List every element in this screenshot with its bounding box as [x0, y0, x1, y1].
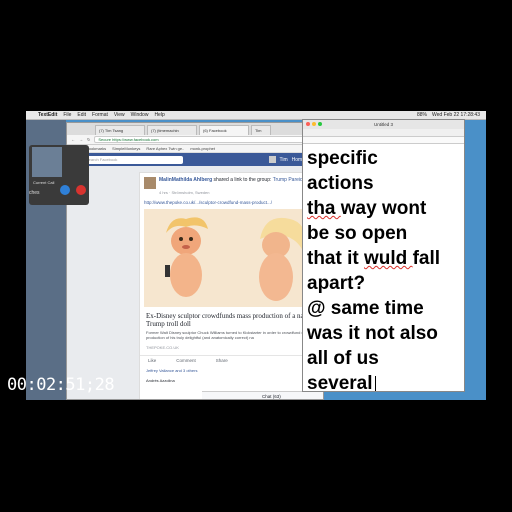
menu-window[interactable]: Window	[131, 112, 149, 118]
call-panel: Current Call ches	[29, 145, 89, 205]
address-bar: ← → ↻ Secure https://www.facebook.com ☆	[67, 135, 323, 145]
close-icon[interactable]	[306, 122, 310, 126]
troll-doll-back-image	[259, 217, 307, 301]
post-actions: Like Comment Share	[140, 355, 323, 365]
post-commenter[interactable]: Andrés Azzolina	[146, 378, 175, 383]
url-field[interactable]: Secure https://www.facebook.com	[94, 136, 316, 143]
ruler[interactable]	[303, 137, 464, 144]
post-header: MalinMathilda Ahlberg shared a link to t…	[159, 177, 319, 183]
misspelled-word: tha	[307, 198, 341, 219]
menu-format[interactable]: Format	[92, 112, 108, 118]
post-link[interactable]: http://www.thepoke.co.uk/.../sculptor-cr…	[144, 200, 322, 205]
text-line[interactable]: several	[307, 371, 464, 391]
menubar-app-name[interactable]: TextEdit	[38, 112, 57, 118]
browser-tabbar: (7) Tim Tsang (7) (timemachin (6) Facebo…	[67, 123, 323, 135]
menu-help[interactable]: Help	[154, 112, 164, 118]
text-caret	[374, 376, 376, 391]
bookmark-simplemonkeys[interactable]: SimpleMonkeys	[112, 146, 140, 151]
textedit-titlebar: Untitled 3	[303, 120, 464, 129]
textedit-window: Untitled 3 specific actions tha way wont be…	[302, 119, 465, 392]
article-title[interactable]: Ex-Disney sculptor crowdfunds mass produ…	[146, 312, 322, 328]
browser-tab[interactable]: Tim	[251, 125, 271, 135]
post-link-image[interactable]	[144, 209, 322, 307]
battery-status[interactable]: 88%	[417, 112, 427, 118]
text-line[interactable]: was it not also	[307, 321, 464, 346]
post-author-avatar[interactable]	[144, 177, 156, 189]
facebook-topbar: f Search Facebook Tim Home 20	[67, 153, 323, 166]
browser-tab[interactable]: (7) (timemachin	[147, 125, 197, 135]
menu-file[interactable]: File	[63, 112, 71, 118]
format-toolbar[interactable]	[303, 129, 464, 137]
feed-post: MalinMathilda Ahlberg shared a link to t…	[139, 172, 323, 399]
end-call-button[interactable]	[76, 185, 86, 195]
text-line[interactable]: all of us	[307, 346, 464, 371]
browser-tab-active[interactable]: (6) Facebook	[199, 125, 249, 135]
text-line[interactable]: tha way wont	[307, 196, 464, 221]
call-status: Current Call	[33, 180, 55, 185]
article-source: THEPOKE.CO.UK	[146, 345, 179, 350]
post-author[interactable]: MalinMathilda Ahlberg	[159, 177, 212, 183]
video-timecode: 00:02:51;28	[7, 375, 115, 395]
bookmark-aphex[interactable]: Rare Aphex Twin ge..	[146, 146, 184, 151]
post-reactions[interactable]: Jeffrey Vallance and 3 others	[146, 368, 197, 373]
text-line[interactable]: specific	[307, 146, 464, 171]
zoom-icon[interactable]	[318, 122, 322, 126]
misspelled-word: wuld	[364, 248, 413, 269]
like-button[interactable]: Like	[148, 358, 156, 363]
reload-icon[interactable]: ↻	[87, 137, 90, 142]
chat-bar[interactable]: Chat (63)	[202, 391, 323, 399]
call-video-thumbnail	[32, 147, 62, 177]
back-icon[interactable]: ←	[71, 137, 75, 142]
facebook-search-input[interactable]: Search Facebook	[83, 155, 183, 164]
post-meta: 4 hrs · Strömsholm, Sweden	[159, 190, 210, 195]
document-text[interactable]: specific actions tha way wont be so open tha…	[307, 146, 464, 391]
bookmarks-bar: Apps Bookmarks SimpleMonkeys Rare Aphex …	[67, 145, 323, 153]
minimize-icon[interactable]	[312, 122, 316, 126]
forward-icon[interactable]: →	[79, 137, 83, 142]
browser-window: (7) Tim Tsang (7) (timemachin (6) Facebo…	[66, 122, 324, 400]
call-name: ches	[29, 190, 40, 196]
troll-doll-front-image	[165, 217, 208, 297]
post-action: shared a link to the group:	[213, 177, 272, 183]
text-line[interactable]: @ same time	[307, 296, 464, 321]
text-line[interactable]: actions	[307, 171, 464, 196]
facebook-feed: MalinMathilda Ahlberg shared a link to t…	[67, 166, 323, 399]
share-button[interactable]: Share	[216, 358, 228, 363]
facebook-user-link[interactable]: Tim	[280, 157, 288, 163]
article-description: Former Walt Disney sculptor Chuck Willia…	[146, 330, 312, 340]
comment-button[interactable]: Comment	[176, 358, 196, 363]
mute-button[interactable]	[60, 185, 70, 195]
browser-tab[interactable]: (7) Tim Tsang	[95, 125, 145, 135]
menubar-clock[interactable]: Wed Feb 22 17:28:43	[432, 112, 480, 118]
text-line[interactable]: that it wuld fall	[307, 246, 464, 271]
text-line[interactable]: apart?	[307, 271, 464, 296]
menu-view[interactable]: View	[114, 112, 125, 118]
bookmark-monk[interactable]: monk-prophet	[190, 146, 215, 151]
bookmark-bookmarks[interactable]: Bookmarks	[86, 146, 106, 151]
text-line[interactable]: be so open	[307, 221, 464, 246]
desktop-screen: TextEdit File Edit Format View Window He…	[26, 111, 486, 400]
menu-edit[interactable]: Edit	[77, 112, 86, 118]
avatar[interactable]	[268, 156, 276, 163]
textedit-title: Untitled 3	[373, 122, 393, 127]
